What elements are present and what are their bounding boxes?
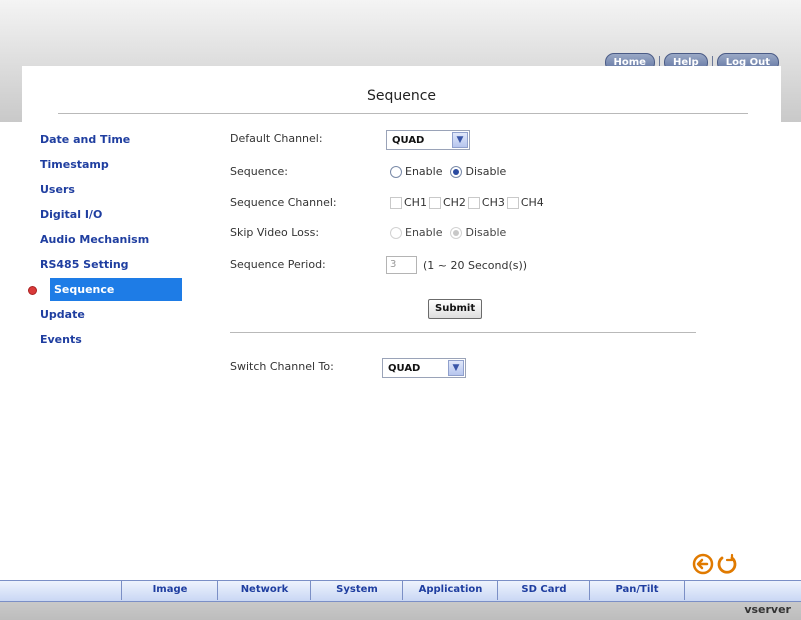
sequence-label: Sequence: (230, 165, 288, 178)
refresh-icon[interactable] (716, 553, 738, 575)
sidebar-item-label: Timestamp (40, 158, 109, 171)
sidebar-item-update[interactable]: Update (34, 303, 194, 328)
sidebar-item-rs485-setting[interactable]: RS485 Setting (34, 253, 194, 278)
sequence-period-row: Sequence Period: 3 (1 ~ 20 Second(s)) (230, 256, 750, 276)
sequence-period-input[interactable]: 3 (386, 256, 417, 274)
sidebar-item-label: Digital I/O (40, 208, 103, 221)
sequence-period-label: Sequence Period: (230, 258, 326, 271)
active-indicator-icon (28, 286, 37, 295)
sidebar-item-sequence[interactable]: Sequence (28, 278, 194, 303)
chevron-down-icon: ▼ (448, 360, 464, 376)
sequence-disable-label: Disable (465, 165, 507, 178)
sidebar-item-audio-mechanism[interactable]: Audio Mechanism (34, 228, 194, 253)
form-divider (230, 332, 696, 333)
sidebar-item-label: Update (40, 308, 85, 321)
sidebar-item-label: Users (40, 183, 75, 196)
sequence-row: Sequence: Enable Disable (230, 163, 750, 183)
page-controls (692, 553, 738, 575)
ch4-checkbox[interactable] (506, 196, 519, 209)
switch-channel-label: Switch Channel To: (230, 360, 334, 373)
sidebar-item-events[interactable]: Events (34, 328, 194, 353)
ch1-label: CH1 (404, 196, 427, 209)
sidebar-item-label: Events (40, 333, 82, 346)
skip-video-loss-label: Skip Video Loss: (230, 226, 320, 239)
skip-video-loss-disable-radio[interactable] (450, 226, 463, 239)
tab-image[interactable]: Image (121, 580, 218, 600)
title-divider (58, 113, 748, 114)
chevron-down-icon: ▼ (452, 132, 468, 148)
default-channel-row: Default Channel: QUAD ▼ (230, 130, 750, 150)
switch-channel-row: Switch Channel To: QUAD ▼ (230, 358, 750, 378)
default-channel-value: QUAD (392, 134, 425, 146)
ch4-label: CH4 (520, 196, 544, 209)
sidebar: Date and Time Timestamp Users Digital I/… (28, 128, 194, 353)
ch2-checkbox[interactable] (428, 196, 441, 209)
sidebar-item-label: Audio Mechanism (40, 233, 150, 246)
bottom-tab-bar: Image Network System Application SD Card… (0, 580, 801, 602)
ch2-label: CH2 (442, 196, 466, 209)
skip-video-loss-enable-label: Enable (405, 226, 443, 239)
sidebar-item-label: RS485 Setting (40, 258, 129, 271)
brand-label: vserver (744, 603, 791, 616)
sidebar-item-date-and-time[interactable]: Date and Time (34, 128, 194, 153)
ch3-label: CH3 (481, 196, 505, 209)
ch1-checkbox[interactable] (390, 196, 402, 209)
switch-channel-value: QUAD (388, 362, 421, 374)
tab-system[interactable]: System (310, 580, 403, 600)
default-channel-select[interactable]: QUAD ▼ (386, 130, 470, 150)
sidebar-item-timestamp[interactable]: Timestamp (34, 153, 194, 178)
sequence-disable-radio[interactable] (450, 165, 463, 178)
ch3-checkbox[interactable] (467, 196, 480, 209)
skip-video-loss-enable-radio[interactable] (390, 226, 402, 239)
tab-pan-tilt[interactable]: Pan/Tilt (589, 580, 685, 600)
tab-sd-card[interactable]: SD Card (497, 580, 590, 600)
skip-video-loss-row: Skip Video Loss: Enable Disable (230, 224, 750, 244)
sidebar-item-digital-io[interactable]: Digital I/O (34, 203, 194, 228)
tab-application[interactable]: Application (402, 580, 498, 600)
sequence-enable-label: Enable (405, 165, 443, 178)
tab-network[interactable]: Network (217, 580, 311, 600)
default-channel-label: Default Channel: (230, 132, 323, 145)
sidebar-item-users[interactable]: Users (34, 178, 194, 203)
sequence-enable-radio[interactable] (390, 165, 402, 178)
page-title: Sequence (366, 88, 437, 104)
submit-button[interactable]: Submit (428, 299, 483, 319)
sequence-period-hint: (1 ~ 20 Second(s)) (423, 258, 528, 272)
sidebar-item-label: Sequence (50, 278, 182, 301)
sidebar-item-label: Date and Time (40, 133, 131, 146)
sequence-channel-label: Sequence Channel: (230, 196, 337, 209)
sequence-channel-row: Sequence Channel: CH1 CH2 CH3 CH4 (230, 194, 750, 214)
switch-channel-select[interactable]: QUAD ▼ (382, 358, 466, 378)
back-arrow-icon[interactable] (692, 553, 714, 575)
skip-video-loss-disable-label: Disable (465, 226, 507, 239)
